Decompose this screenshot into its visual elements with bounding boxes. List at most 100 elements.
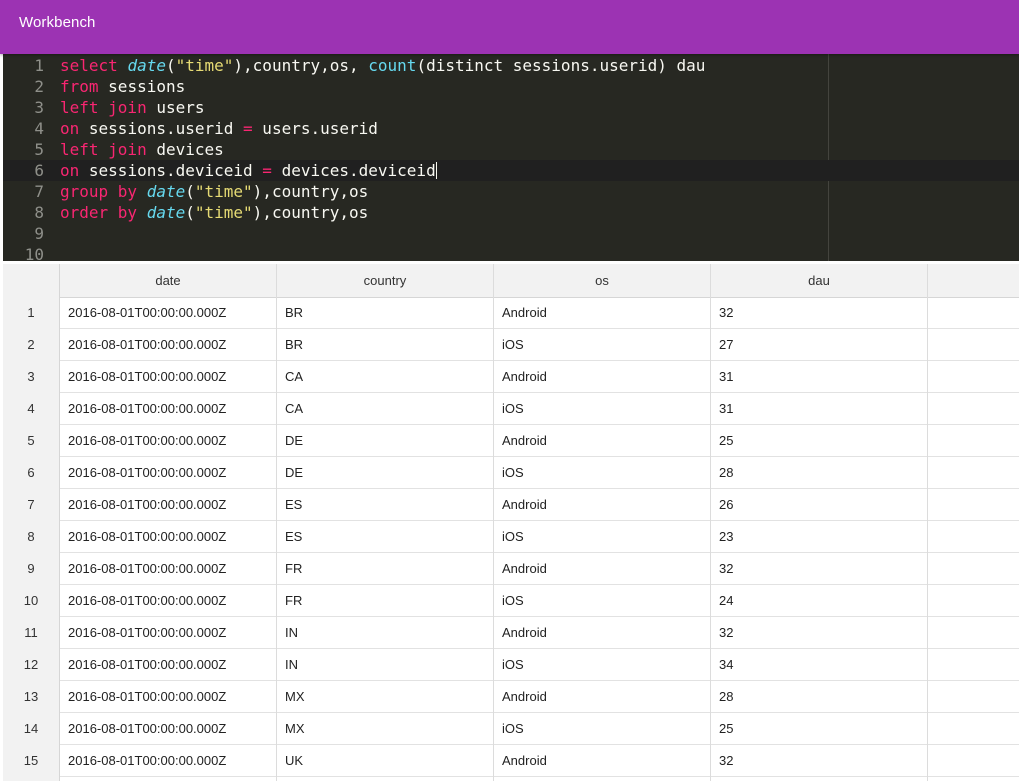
code-text[interactable]: order by date("time"),country,os bbox=[60, 202, 368, 223]
column-header-country[interactable]: country bbox=[277, 264, 494, 297]
table-row[interactable]: 10 2016-08-01T00:00:00.000Z FR iOS 24 bbox=[3, 585, 1019, 617]
cell-date[interactable]: 2016-08-01T00:00:00.000Z bbox=[60, 425, 277, 457]
cell-country[interactable]: ES bbox=[277, 521, 494, 553]
cell-dau[interactable]: 25 bbox=[711, 425, 928, 457]
table-row[interactable]: 14 2016-08-01T00:00:00.000Z MX iOS 25 bbox=[3, 713, 1019, 745]
cell-dau[interactable]: 26 bbox=[711, 489, 928, 521]
cell-os[interactable]: Android bbox=[494, 425, 711, 457]
cell-date[interactable]: 2016-08-01T00:00:00.000Z bbox=[60, 489, 277, 521]
cell-os[interactable]: iOS bbox=[494, 585, 711, 617]
cell-country[interactable]: MX bbox=[277, 681, 494, 713]
code-line[interactable]: 5 left join devices bbox=[3, 139, 1019, 160]
cell-country[interactable]: IN bbox=[277, 649, 494, 681]
cell-date[interactable]: 2016-08-01T00:00:00.000Z bbox=[60, 553, 277, 585]
cell-os[interactable]: Android bbox=[494, 681, 711, 713]
cell-country[interactable]: MX bbox=[277, 713, 494, 745]
cell-country[interactable]: FR bbox=[277, 553, 494, 585]
cell-dau[interactable]: 32 bbox=[711, 553, 928, 585]
code-line[interactable]: 7 group by date("time"),country,os bbox=[3, 181, 1019, 202]
cell-os[interactable] bbox=[494, 777, 711, 781]
table-row[interactable]: 7 2016-08-01T00:00:00.000Z ES Android 26 bbox=[3, 489, 1019, 521]
cell-os[interactable]: iOS bbox=[494, 393, 711, 425]
column-header-date[interactable]: date bbox=[60, 264, 277, 297]
cell-date[interactable]: 2016-08-01T00:00:00.000Z bbox=[60, 777, 277, 781]
cell-date[interactable]: 2016-08-01T00:00:00.000Z bbox=[60, 649, 277, 681]
cell-date[interactable]: 2016-08-01T00:00:00.000Z bbox=[60, 457, 277, 489]
code-text[interactable]: left join users bbox=[60, 97, 205, 118]
cell-country[interactable]: DE bbox=[277, 425, 494, 457]
table-row[interactable]: 11 2016-08-01T00:00:00.000Z IN Android 32 bbox=[3, 617, 1019, 649]
cell-country[interactable]: UK bbox=[277, 745, 494, 777]
code-text[interactable]: on sessions.userid = users.userid bbox=[60, 118, 378, 139]
cell-os[interactable]: Android bbox=[494, 745, 711, 777]
cell-country[interactable]: BR bbox=[277, 329, 494, 361]
cell-date[interactable]: 2016-08-01T00:00:00.000Z bbox=[60, 329, 277, 361]
code-line[interactable]: 6 on sessions.deviceid = devices.deviceid bbox=[3, 160, 1019, 181]
cell-country[interactable]: DE bbox=[277, 457, 494, 489]
cell-date[interactable]: 2016-08-01T00:00:00.000Z bbox=[60, 393, 277, 425]
table-row[interactable]: 8 2016-08-01T00:00:00.000Z ES iOS 23 bbox=[3, 521, 1019, 553]
cell-country[interactable] bbox=[277, 777, 494, 781]
cell-date[interactable]: 2016-08-01T00:00:00.000Z bbox=[60, 745, 277, 777]
table-row[interactable]: 162016-08-01T00:00:00.000Z bbox=[3, 777, 1019, 781]
cell-date[interactable]: 2016-08-01T00:00:00.000Z bbox=[60, 713, 277, 745]
cell-os[interactable]: Android bbox=[494, 361, 711, 393]
cell-os[interactable]: iOS bbox=[494, 457, 711, 489]
column-header-dau[interactable]: dau bbox=[711, 264, 928, 297]
cell-country[interactable]: CA bbox=[277, 393, 494, 425]
cell-dau[interactable]: 32 bbox=[711, 745, 928, 777]
cell-dau[interactable] bbox=[711, 777, 928, 781]
cell-date[interactable]: 2016-08-01T00:00:00.000Z bbox=[60, 681, 277, 713]
table-row[interactable]: 3 2016-08-01T00:00:00.000Z CA Android 31 bbox=[3, 361, 1019, 393]
code-line[interactable]: 4 on sessions.userid = users.userid bbox=[3, 118, 1019, 139]
table-row[interactable]: 6 2016-08-01T00:00:00.000Z DE iOS 28 bbox=[3, 457, 1019, 489]
cell-dau[interactable]: 23 bbox=[711, 521, 928, 553]
cell-dau[interactable]: 27 bbox=[711, 329, 928, 361]
code-line[interactable]: 3 left join users bbox=[3, 97, 1019, 118]
cell-os[interactable]: Android bbox=[494, 617, 711, 649]
cell-dau[interactable]: 31 bbox=[711, 361, 928, 393]
table-row[interactable]: 5 2016-08-01T00:00:00.000Z DE Android 25 bbox=[3, 425, 1019, 457]
table-row[interactable]: 12 2016-08-01T00:00:00.000Z IN iOS 34 bbox=[3, 649, 1019, 681]
column-header-os[interactable]: os bbox=[494, 264, 711, 297]
cell-dau[interactable]: 34 bbox=[711, 649, 928, 681]
cell-dau[interactable]: 28 bbox=[711, 681, 928, 713]
cell-date[interactable]: 2016-08-01T00:00:00.000Z bbox=[60, 361, 277, 393]
code-text[interactable]: group by date("time"),country,os bbox=[60, 181, 368, 202]
table-row[interactable]: 13 2016-08-01T00:00:00.000Z MX Android 28 bbox=[3, 681, 1019, 713]
cell-date[interactable]: 2016-08-01T00:00:00.000Z bbox=[60, 521, 277, 553]
cell-os[interactable]: Android bbox=[494, 553, 711, 585]
table-row[interactable]: 4 2016-08-01T00:00:00.000Z CA iOS 31 bbox=[3, 393, 1019, 425]
code-line[interactable]: 2 from sessions bbox=[3, 76, 1019, 97]
table-row[interactable]: 2 2016-08-01T00:00:00.000Z BR iOS 27 bbox=[3, 329, 1019, 361]
code-text[interactable]: select date("time"),country,os, count(di… bbox=[60, 55, 705, 76]
cell-dau[interactable]: 28 bbox=[711, 457, 928, 489]
code-text[interactable]: on sessions.deviceid = devices.deviceid bbox=[60, 160, 437, 181]
cell-os[interactable]: iOS bbox=[494, 329, 711, 361]
code-text[interactable]: left join devices bbox=[60, 139, 224, 160]
cell-dau[interactable]: 32 bbox=[711, 617, 928, 649]
code-line[interactable]: 8 order by date("time"),country,os bbox=[3, 202, 1019, 223]
table-row[interactable]: 9 2016-08-01T00:00:00.000Z FR Android 32 bbox=[3, 553, 1019, 585]
cell-date[interactable]: 2016-08-01T00:00:00.000Z bbox=[60, 585, 277, 617]
code-text[interactable]: from sessions bbox=[60, 76, 185, 97]
cell-dau[interactable]: 25 bbox=[711, 713, 928, 745]
cell-country[interactable]: ES bbox=[277, 489, 494, 521]
cell-country[interactable]: IN bbox=[277, 617, 494, 649]
cell-country[interactable]: FR bbox=[277, 585, 494, 617]
cell-dau[interactable]: 24 bbox=[711, 585, 928, 617]
cell-date[interactable]: 2016-08-01T00:00:00.000Z bbox=[60, 617, 277, 649]
cell-os[interactable]: iOS bbox=[494, 521, 711, 553]
cell-os[interactable]: Android bbox=[494, 489, 711, 521]
code-line[interactable]: 10 bbox=[3, 244, 1019, 261]
results-grid[interactable]: date country os dau 1 2016-08-01T00:00:00… bbox=[3, 264, 1019, 781]
cell-date[interactable]: 2016-08-01T00:00:00.000Z bbox=[60, 297, 277, 329]
cell-dau[interactable]: 32 bbox=[711, 297, 928, 329]
cell-os[interactable]: Android bbox=[494, 297, 711, 329]
cell-country[interactable]: BR bbox=[277, 297, 494, 329]
code-line[interactable]: 1 select date("time"),country,os, count(d… bbox=[3, 55, 1019, 76]
cell-country[interactable]: CA bbox=[277, 361, 494, 393]
cell-dau[interactable]: 31 bbox=[711, 393, 928, 425]
table-row[interactable]: 15 2016-08-01T00:00:00.000Z UK Android 32 bbox=[3, 745, 1019, 777]
cell-os[interactable]: iOS bbox=[494, 649, 711, 681]
